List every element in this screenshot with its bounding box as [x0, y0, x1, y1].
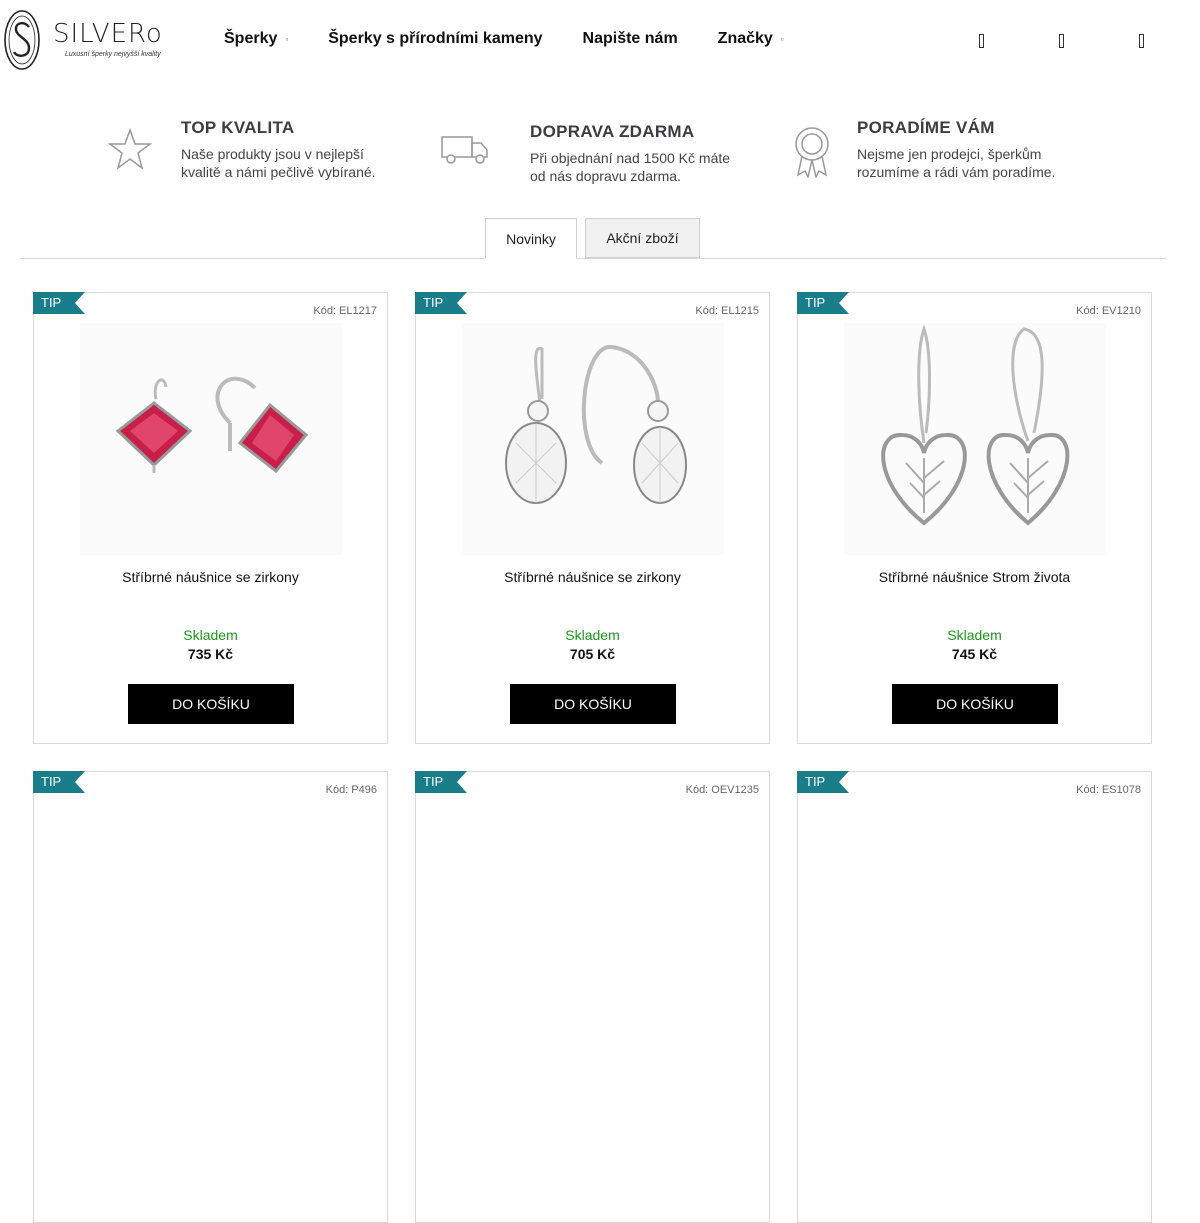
nav-item-sperky[interactable]: Šperky ▫	[224, 30, 288, 48]
dropdown-icon: ▫	[285, 34, 289, 44]
nav-item-znacky[interactable]: Značky ▫	[718, 30, 784, 48]
benefit-text: Při objednání nad 1500 Kč máte	[530, 150, 731, 166]
product-card[interactable]: TIP Kód: EV1210 Stříbrné náušnice Strom …	[797, 292, 1152, 744]
truck-icon	[441, 136, 488, 164]
product-name[interactable]: Stříbrné náušnice Strom života	[798, 569, 1151, 585]
tip-badge: TIP	[797, 292, 849, 314]
tip-badge-label: TIP	[423, 295, 444, 310]
product-card[interactable]: TIP Kód: OEV1235	[415, 771, 770, 1223]
benefit-text: Naše produkty jsou v nejlepší	[181, 146, 364, 162]
benefit-text: rozumíme a rádi vám poradíme.	[857, 164, 1056, 180]
product-code: Kód: EV1210	[1076, 305, 1141, 317]
benefit-title: PORADÍME VÁM	[857, 118, 995, 137]
logo-tagline: Luxusní šperky nejvyšší kvality	[65, 51, 161, 58]
stock-status: Skladem	[565, 627, 620, 643]
product-image[interactable]	[844, 323, 1106, 555]
product-code: Kód: OEV1235	[685, 784, 759, 796]
tip-badge: TIP	[33, 771, 85, 793]
ruby-earrings-image	[115, 376, 309, 474]
tip-badge-label: TIP	[805, 774, 826, 789]
benefit-title: DOPRAVA ZDARMA	[530, 122, 695, 141]
nav-item-napiste-nam[interactable]: Napište nám	[583, 30, 678, 48]
star-icon	[108, 128, 152, 170]
tab-label: Akční zboží	[606, 230, 679, 246]
tip-badge-label: TIP	[423, 774, 444, 789]
product-code: Kód: ES1078	[1076, 784, 1141, 796]
tip-badge-label: TIP	[805, 295, 826, 310]
stock-status: Skladem	[183, 627, 238, 643]
tip-badge-label: TIP	[41, 295, 62, 310]
add-to-cart-button[interactable]: DO KOŠÍKU	[128, 684, 294, 724]
nav-item-label: Napište nám	[582, 30, 678, 47]
product-card[interactable]: TIP Kód: EL1217 Stříbrné náušnice se zir…	[33, 292, 388, 744]
dropdown-icon: ▫	[780, 34, 784, 44]
tip-badge: TIP	[415, 292, 467, 314]
logo-emblem	[4, 10, 40, 70]
tab-label: Novinky	[506, 230, 556, 247]
stock-status: Skladem	[947, 627, 1002, 643]
tab-akcni-zbozi[interactable]: Akční zboží	[585, 218, 700, 258]
product-price: 745 Kč	[951, 646, 998, 662]
nav-item-label: Šperky s přírodními kameny	[328, 30, 543, 47]
product-card[interactable]: TIP Kód: ES1078	[797, 771, 1152, 1223]
cart-icon[interactable]	[1133, 31, 1149, 51]
product-price: 705 Kč	[569, 646, 616, 662]
logo-text: SILVERo	[53, 19, 163, 49]
product-name[interactable]: Stříbrné náušnice se zirkony	[416, 569, 769, 585]
product-image[interactable]	[462, 323, 724, 555]
site-header: SILVERo Luxusní šperky nejvyšší kvality …	[0, 0, 1200, 80]
add-to-cart-button[interactable]: DO KOŠÍKU	[510, 684, 676, 724]
tabs-divider	[20, 258, 1166, 259]
benefit-text: Nejsme jen prodejci, šperkům	[857, 146, 1042, 162]
tab-novinky[interactable]: Novinky	[485, 218, 577, 259]
product-price: 735 Kč	[187, 646, 234, 662]
nav-item-label: Značky	[717, 30, 773, 47]
tip-badge-label: TIP	[41, 774, 62, 789]
product-image[interactable]	[80, 323, 342, 555]
tip-badge: TIP	[415, 771, 467, 793]
benefit-text: od nás dopravu zdarma.	[530, 168, 681, 184]
tree-of-life-earrings-image	[881, 324, 1070, 526]
nav-item-label: Šperky	[224, 30, 278, 47]
tip-badge: TIP	[797, 771, 849, 793]
benefit-title: TOP KVALITA	[181, 118, 295, 137]
product-card[interactable]: TIP Kód: P496	[33, 771, 388, 1223]
product-card[interactable]: TIP Kód: EL1215 Stříbrné náušnice se zir…	[415, 292, 770, 744]
tip-badge: TIP	[33, 292, 85, 314]
benefit-text: kvalitě a námi pečlivě vybírané.	[181, 164, 376, 180]
nav-item-prirodni-kameny[interactable]: Šperky s přírodními kameny	[328, 30, 542, 48]
product-code: Kód: EL1217	[313, 305, 377, 317]
main-nav: Šperky ▫ Šperky s přírodními kameny Napi…	[224, 30, 824, 48]
product-code: Kód: EL1215	[695, 305, 759, 317]
product-code: Kód: P496	[325, 784, 377, 796]
user-icon[interactable]	[1053, 31, 1069, 51]
search-icon[interactable]	[973, 31, 989, 51]
site-logo[interactable]: SILVERo Luxusní šperky nejvyšší kvality	[3, 9, 163, 71]
zircon-earrings-image	[505, 345, 687, 504]
add-to-cart-button[interactable]: DO KOŠÍKU	[892, 684, 1058, 724]
award-icon	[795, 127, 829, 178]
product-name[interactable]: Stříbrné náušnice se zirkony	[34, 569, 387, 585]
